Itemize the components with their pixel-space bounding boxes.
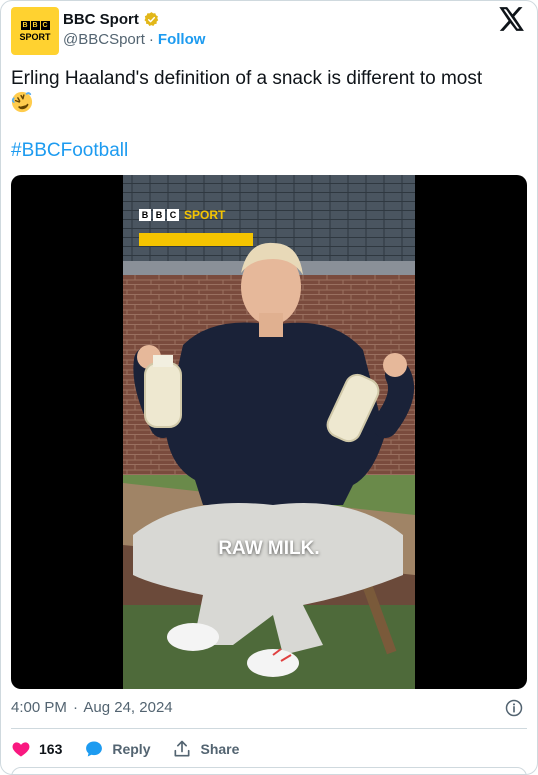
watermark-letter-b1: B: [139, 209, 151, 221]
tweet-timestamp[interactable]: 4:00 PM · Aug 24, 2024: [11, 699, 529, 719]
handle-separator: ·: [148, 30, 154, 48]
display-name[interactable]: BBC Sport: [63, 11, 139, 28]
video-frame: B B C SPORT RAW MILK.: [123, 175, 415, 689]
read-replies-button[interactable]: [11, 767, 527, 775]
reply-button[interactable]: Reply: [84, 739, 150, 759]
share-label: Share: [200, 741, 240, 757]
speech-bubble-icon: [86, 741, 103, 757]
bbc-logo-blocks: B B C: [20, 20, 50, 30]
avatar-letter-b1: B: [20, 20, 30, 30]
tweet-embed-card: B B C SPORT BBC Sport @BBCSport · Follow: [0, 0, 538, 775]
divider: [11, 728, 527, 729]
video-still-image: [123, 175, 415, 689]
follow-button[interactable]: Follow: [158, 31, 206, 48]
action-bar: 163 Reply Share: [11, 737, 261, 761]
hashtag-link[interactable]: #BBCFootball: [11, 139, 128, 163]
video-player[interactable]: B B C SPORT RAW MILK.: [11, 175, 527, 689]
meta-separator: ·: [73, 699, 79, 716]
watermark-sport-word: SPORT: [184, 208, 226, 222]
info-icon[interactable]: [505, 699, 523, 717]
avatar-sport-word: SPORT: [19, 31, 51, 42]
tweet-time: 4:00 PM: [11, 699, 67, 716]
bbc-sport-watermark: B B C SPORT: [139, 208, 225, 222]
avatar-letter-c: C: [40, 20, 50, 30]
video-caption: RAW MILK.: [218, 538, 320, 559]
heart-icon: [12, 742, 30, 757]
tweet-text: Erling Haaland's definition of a snack i…: [11, 67, 523, 116]
tweet-date: Aug 24, 2024: [83, 699, 173, 716]
yellow-title-bar: [139, 233, 253, 246]
watermark-letter-c: C: [167, 209, 179, 221]
handle[interactable]: @BBCSport: [63, 31, 145, 48]
share-button[interactable]: Share: [172, 739, 239, 759]
rolling-laughing-emoji-icon: [11, 91, 33, 113]
share-upload-icon: [174, 740, 190, 757]
author-info: BBC Sport @BBCSport · Follow: [63, 9, 205, 49]
reply-label: Reply: [112, 741, 151, 757]
verified-badge-icon: [144, 11, 159, 26]
x-logo-icon[interactable]: [499, 7, 525, 31]
watermark-letter-b2: B: [153, 209, 165, 221]
avatar-letter-b2: B: [30, 20, 40, 30]
like-button[interactable]: 163: [11, 739, 62, 759]
tweet-header: B B C SPORT BBC Sport @BBCSport · Follow: [11, 7, 529, 55]
avatar[interactable]: B B C SPORT: [11, 7, 59, 55]
tweet-body: Erling Haaland's definition of a snack i…: [11, 68, 483, 89]
like-count: 163: [39, 741, 63, 757]
